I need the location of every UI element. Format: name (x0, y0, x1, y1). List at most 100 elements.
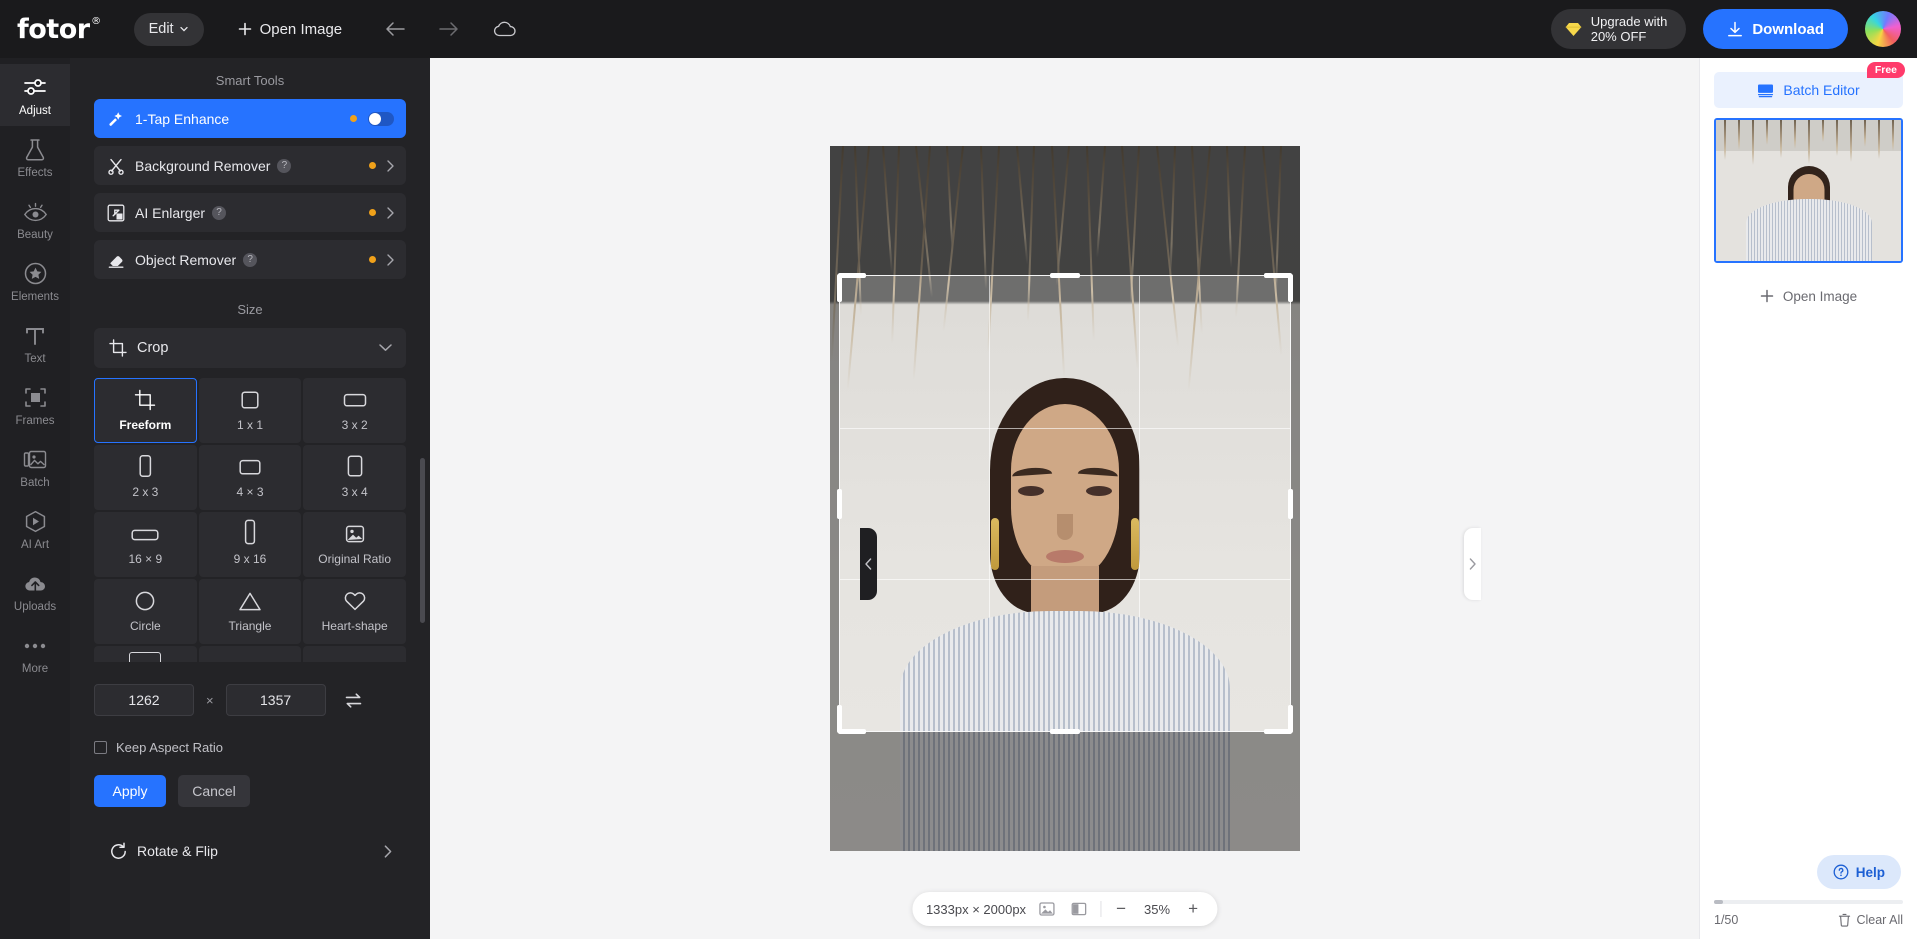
scissors-icon (106, 156, 126, 176)
fotor-logo[interactable]: fotor ® (17, 14, 101, 45)
crop-handle-middle-right[interactable] (1287, 488, 1293, 519)
crop-preset-16x9[interactable]: 16 × 9 (94, 512, 197, 577)
zoom-out-button[interactable]: − (1111, 899, 1131, 919)
rotate-icon (108, 841, 128, 861)
enhance-toggle[interactable] (368, 111, 394, 126)
undo-button[interactable] (382, 16, 408, 42)
rail-label-frames: Frames (15, 415, 55, 427)
fit-image-icon[interactable] (1036, 898, 1058, 920)
crop-section-header[interactable]: Crop (94, 328, 406, 368)
help-hint-icon[interactable]: ? (212, 205, 227, 220)
rail-item-frames[interactable]: Frames (0, 374, 70, 436)
crop-preset-4x3[interactable]: 4 × 3 (198, 445, 302, 510)
crop-preset-heart-shape[interactable]: Heart-shape (303, 579, 406, 644)
rotate-flip-label: Rotate & Flip (137, 843, 218, 859)
image-canvas[interactable] (829, 146, 1300, 851)
collapse-left-panel-handle[interactable] (860, 528, 877, 600)
cloud-save-button[interactable] (491, 15, 519, 43)
crop-height-input[interactable] (225, 684, 326, 716)
crop-preset-label: Triangle (228, 619, 272, 633)
download-button[interactable]: Download (1703, 9, 1848, 49)
chevron-right-icon[interactable] (387, 159, 394, 172)
thumbnail-strands (1716, 120, 1901, 168)
star-badge-icon (23, 261, 48, 286)
crop-handle-top-left-h[interactable] (837, 273, 866, 278)
crop-preset-circle[interactable]: Circle (94, 579, 197, 644)
thumbnail-scroll-track[interactable] (1714, 900, 1903, 904)
crop-handle-top-center[interactable] (1049, 273, 1080, 278)
crop-handle-bottom-center[interactable] (1049, 729, 1080, 734)
help-hint-icon[interactable]: ? (243, 252, 258, 267)
canvas-area[interactable]: 1333px × 2000px − 35% + (430, 58, 1699, 939)
crop-handle-bottom-right-v[interactable] (1287, 705, 1293, 733)
keep-aspect-ratio-checkbox[interactable]: Keep Aspect Ratio (94, 740, 406, 755)
tool-row-object-remover[interactable]: Object Remover ? (94, 240, 406, 279)
dimension-separator: × (206, 692, 214, 708)
smart-tools-title: Smart Tools (215, 73, 285, 88)
crop-preset-original-ratio[interactable]: Original Ratio (303, 512, 406, 577)
enlarge-icon (106, 203, 126, 223)
chevron-down-icon[interactable] (379, 344, 392, 352)
crop-handle-top-right-v[interactable] (1287, 274, 1293, 302)
plus-icon (238, 22, 252, 36)
edit-menu-button[interactable]: Edit (133, 12, 204, 46)
tool-row-background-remover[interactable]: Background Remover ? (94, 146, 406, 185)
crop-handle-bottom-left-v[interactable] (836, 705, 842, 733)
crop-preset-1x1[interactable]: 1 x 1 (198, 378, 302, 443)
redo-button[interactable] (436, 16, 462, 42)
rail-item-ai-art[interactable]: AI Art (0, 498, 70, 560)
user-avatar[interactable] (1865, 11, 1901, 47)
crop-preset-partial[interactable] (198, 646, 302, 662)
chevron-right-icon[interactable] (384, 844, 392, 858)
crop-selection-box[interactable] (836, 273, 1293, 734)
rotate-flip-section-header[interactable]: Rotate & Flip (94, 831, 406, 871)
help-hint-icon[interactable]: ? (277, 158, 292, 173)
upgrade-button[interactable]: Upgrade with 20% OFF (1550, 9, 1687, 49)
compare-split-icon[interactable] (1068, 898, 1090, 920)
crop-preset-label: 3 x 2 (341, 418, 368, 432)
chevron-left-icon (865, 558, 872, 570)
clear-all-button[interactable]: Clear All (1838, 913, 1903, 927)
crop-handle-bottom-left-h[interactable] (837, 729, 866, 734)
rail-item-beauty[interactable]: Beauty (0, 188, 70, 250)
rail-item-more[interactable]: More (0, 622, 70, 684)
crop-preset-3x4[interactable]: 3 x 4 (303, 445, 406, 510)
open-image-button[interactable]: Open Image (226, 13, 355, 46)
logo-registered-mark: ® (91, 15, 101, 27)
tool-row-ai-enlarger[interactable]: AI Enlarger ? (94, 193, 406, 232)
collapse-right-panel-handle[interactable] (1464, 528, 1481, 600)
crop-handle-middle-left[interactable] (836, 488, 842, 519)
rail-item-elements[interactable]: Elements (0, 250, 70, 312)
right-panel-footer: 1/50 Clear All (1700, 900, 1917, 939)
apply-button[interactable]: Apply (94, 775, 166, 807)
rail-label-adjust: Adjust (19, 105, 51, 117)
crop-preset-3x2[interactable]: 3 x 2 (303, 378, 406, 443)
crop-preset-partial[interactable] (303, 646, 406, 662)
crop-preset-freeform[interactable]: Freeform (94, 378, 197, 443)
rail-item-text[interactable]: Text (0, 312, 70, 374)
crop-preset-triangle[interactable]: Triangle (198, 579, 302, 644)
crop-preset-9x16[interactable]: 9 x 16 (198, 512, 302, 577)
rail-item-effects[interactable]: Effects (0, 126, 70, 188)
crop-width-input[interactable] (94, 684, 194, 716)
chevron-right-icon[interactable] (387, 206, 394, 219)
tool-label-ai-enlarger: AI Enlarger (135, 204, 206, 221)
crop-handle-top-left-v[interactable] (836, 274, 842, 302)
panel-scrollbar[interactable] (420, 458, 425, 623)
rail-item-batch[interactable]: Batch (0, 436, 70, 498)
zoom-in-button[interactable]: + (1183, 899, 1203, 919)
tool-row-1-tap-enhance[interactable]: 1-Tap Enhance (94, 99, 406, 138)
crop-preset-partial[interactable] (94, 646, 197, 662)
rail-item-adjust[interactable]: Adjust (0, 64, 70, 126)
crop-preset-2x3[interactable]: 2 x 3 (94, 445, 197, 510)
open-image-right-button[interactable]: Open Image (1714, 277, 1903, 315)
cancel-button[interactable]: Cancel (178, 775, 250, 807)
rail-item-uploads[interactable]: Uploads (0, 560, 70, 622)
image-thumbnail-1[interactable] (1714, 118, 1903, 263)
zoom-level-label: 35% (1144, 901, 1171, 917)
swap-arrows-icon[interactable] (344, 692, 363, 709)
help-button[interactable]: Help (1816, 855, 1901, 889)
chevron-right-icon[interactable] (387, 253, 394, 266)
thumbnail-scroll-thumb[interactable] (1714, 900, 1723, 904)
crop-preset-grid-next-row-partial (94, 646, 406, 662)
